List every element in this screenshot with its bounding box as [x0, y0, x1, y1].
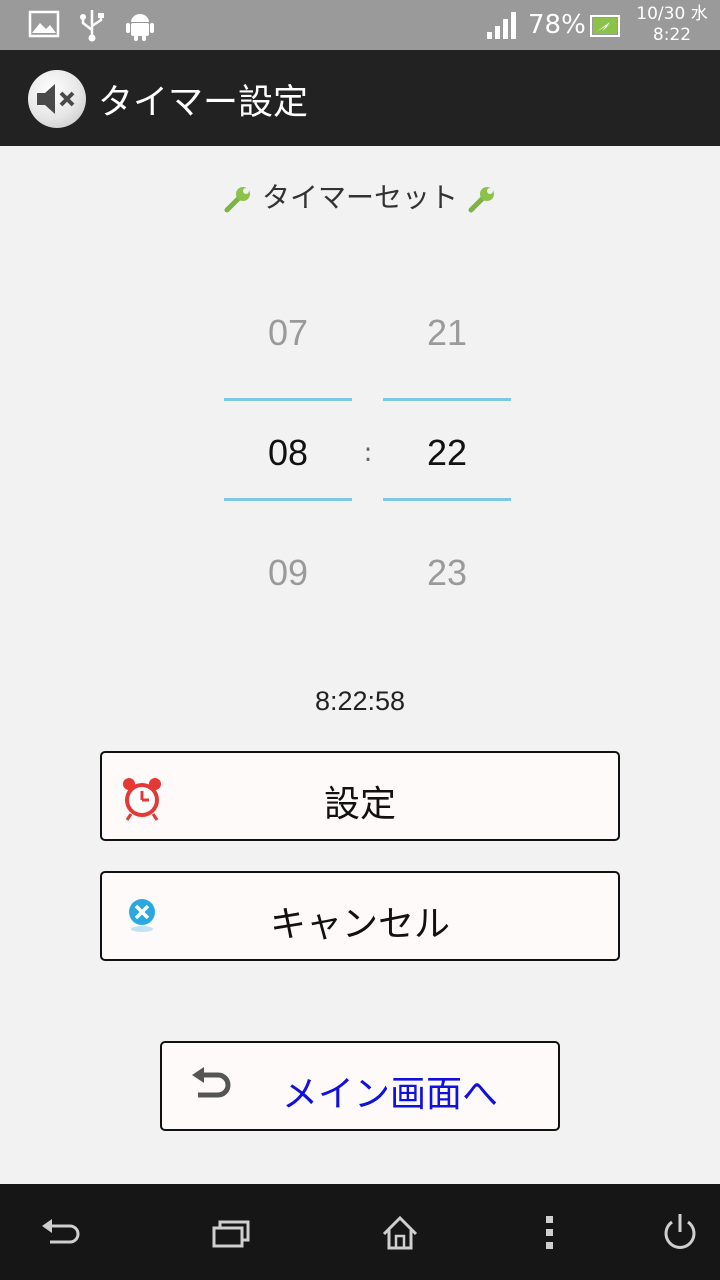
status-bar: 78% 10/30 水 8:22	[0, 0, 720, 50]
status-clock: 10/30 水 8:22	[630, 4, 714, 46]
signal-icon	[486, 10, 520, 44]
main-screen-button-label: メイン画面へ	[281, 1074, 498, 1115]
usb-icon	[78, 8, 106, 46]
menu-icon[interactable]	[520, 1202, 580, 1262]
cancel-button[interactable]: キャンセル	[100, 871, 620, 961]
hour-prev[interactable]: 07	[224, 312, 352, 354]
navigation-bar	[0, 1184, 720, 1280]
mute-speaker-icon[interactable]	[28, 70, 86, 128]
hour-selected[interactable]: 08	[224, 432, 352, 474]
battery-percent: 78%	[528, 10, 586, 40]
power-icon[interactable]	[650, 1202, 710, 1262]
hour-next[interactable]: 09	[224, 552, 352, 594]
hour-picker[interactable]: 07 08 09	[224, 300, 352, 620]
minute-divider-top	[383, 398, 511, 401]
hour-divider-bottom	[224, 498, 352, 501]
android-icon	[124, 8, 156, 46]
minute-prev[interactable]: 21	[383, 312, 511, 354]
status-time: 8:22	[652, 25, 692, 45]
main-screen-button[interactable]: メイン画面へ	[160, 1041, 560, 1131]
page-title: タイマー設定	[98, 83, 309, 123]
wrench-icon	[467, 184, 497, 214]
timer-set-label: タイマーセット	[261, 181, 458, 214]
status-date: 10/30 水	[636, 4, 708, 24]
wrench-icon	[223, 184, 253, 214]
minute-next[interactable]: 23	[383, 552, 511, 594]
hour-divider-top	[224, 398, 352, 401]
home-icon[interactable]	[370, 1202, 430, 1262]
set-button-label: 設定	[323, 784, 396, 825]
recent-apps-icon[interactable]	[200, 1202, 260, 1262]
action-bar: タイマー設定	[0, 50, 720, 146]
battery-charging-icon	[590, 14, 622, 42]
current-time: 8:22:58	[314, 686, 406, 716]
cancel-button-label: キャンセル	[269, 904, 450, 945]
back-icon[interactable]	[30, 1202, 90, 1262]
minute-selected[interactable]: 22	[383, 432, 511, 474]
time-separator: :	[363, 438, 373, 468]
set-button[interactable]: 設定	[100, 751, 620, 841]
gallery-icon	[28, 8, 60, 44]
minute-divider-bottom	[383, 498, 511, 501]
timer-set-heading: タイマーセット	[0, 176, 720, 216]
minute-picker[interactable]: 21 22 23	[383, 300, 511, 620]
